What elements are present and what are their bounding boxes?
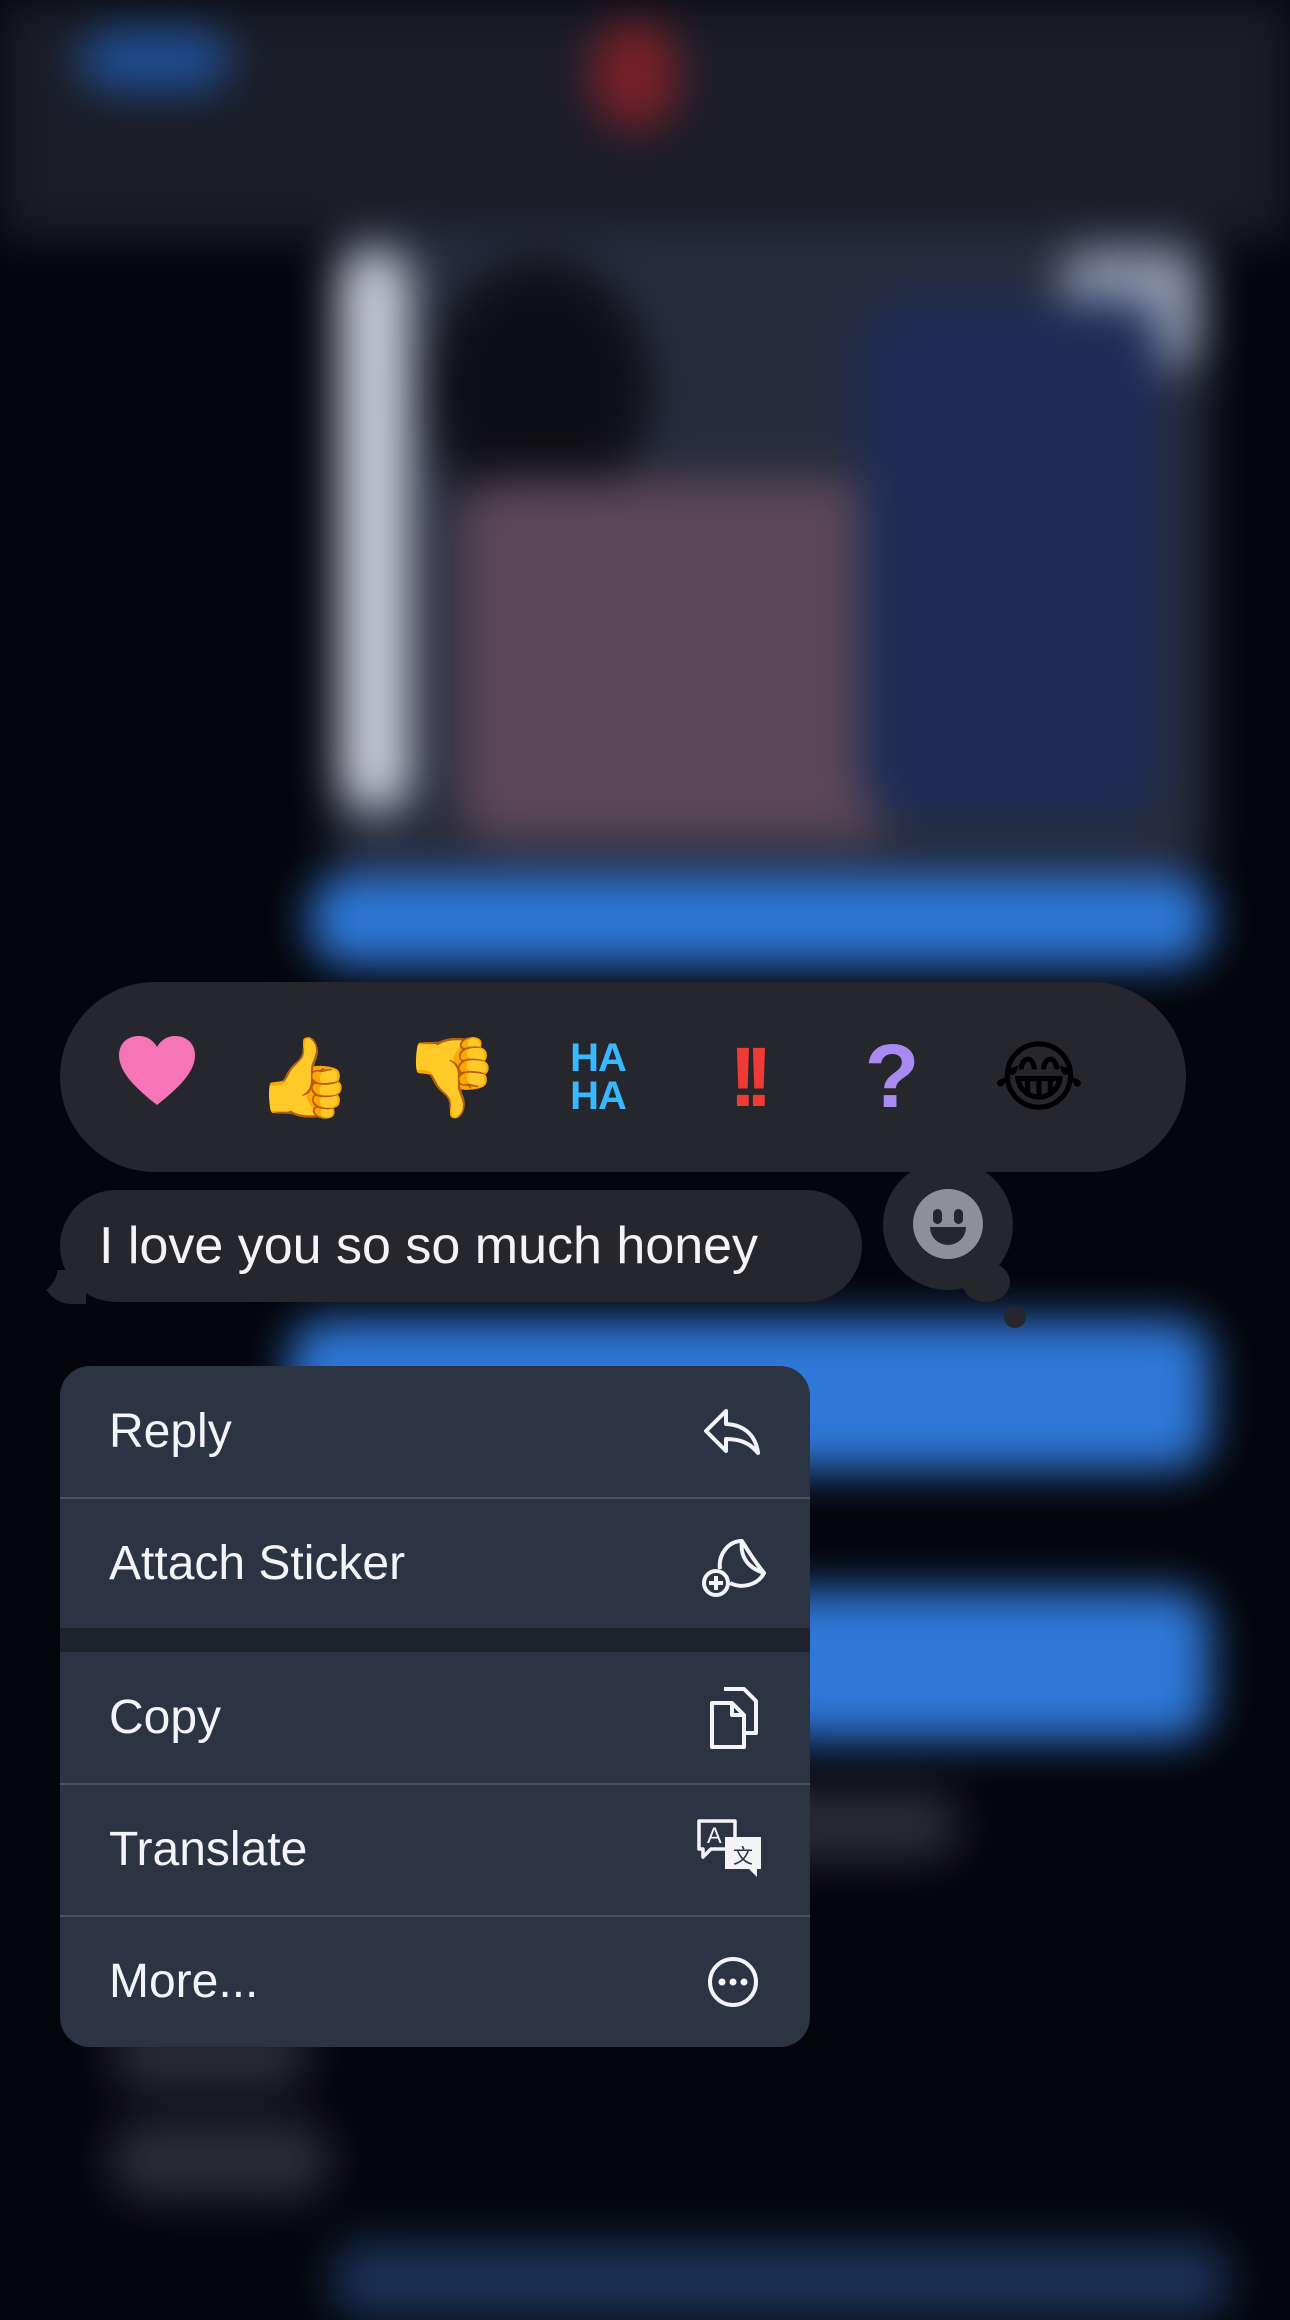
heart-reaction-button[interactable] (117, 1035, 197, 1119)
thumbs-down-icon: 👎 (402, 1033, 500, 1121)
double-exclamation-icon: !! (729, 1030, 773, 1124)
copy-label: Copy (109, 1691, 222, 1744)
translate-label: Translate (109, 1823, 308, 1876)
tears-of-joy-reaction-button[interactable]: 😂 (993, 1038, 1084, 1116)
tapback-reaction-bar: 👍 👎 HA HA !! ? 😂 (60, 982, 1186, 1172)
blurred-received-bubble (110, 2120, 330, 2200)
reply-label: Reply (109, 1405, 232, 1458)
sticker-plus-icon (702, 1539, 766, 1597)
ellipsis-circle-icon (708, 1957, 758, 2007)
blurred-sent-bubble (310, 875, 1210, 965)
emoji-picker-tail (962, 1262, 1010, 1302)
copy-menu-item[interactable]: Copy (60, 1652, 810, 1783)
message-text: I love you so so much honey (99, 1217, 759, 1275)
blurred-contact-avatar (590, 20, 680, 130)
exclamation-reaction-button[interactable]: !! (729, 1035, 773, 1119)
copy-documents-icon (710, 1687, 758, 1749)
translate-other-letter: 文 (733, 1844, 753, 1868)
blurred-back-button (80, 30, 230, 90)
emoji-picker-tail-dot (1004, 1306, 1026, 1328)
haha-label-line1: HA (570, 1036, 627, 1080)
question-reaction-button[interactable]: ? (865, 1032, 920, 1122)
blurred-photo-detail (460, 480, 900, 840)
blurred-sent-bubble (760, 1590, 1210, 1740)
translate-latin-letter: A (707, 1823, 722, 1848)
haha-reaction-button[interactable]: HA HA (570, 1036, 627, 1118)
heart-icon (119, 1036, 195, 1105)
more-menu-item[interactable]: More... (60, 1916, 810, 2047)
thumbs-up-reaction-button[interactable]: 👍 (255, 1038, 352, 1116)
translate-bubbles-icon: A 文 (697, 1819, 761, 1877)
message-context-menu: Reply Attach Sticker Copy Translate A 文 (60, 1366, 810, 2047)
menu-section-separator (60, 1628, 810, 1652)
reply-menu-item[interactable]: Reply (60, 1366, 810, 1497)
blurred-photo-detail (340, 250, 410, 810)
translate-menu-item[interactable]: Translate A 文 (60, 1784, 810, 1915)
attach-sticker-label: Attach Sticker (109, 1537, 406, 1590)
smiley-eye (954, 1209, 963, 1224)
blurred-photo-detail (860, 300, 1160, 820)
more-label: More... (109, 1955, 259, 2008)
tears-of-joy-icon: 😂 (993, 1033, 1085, 1121)
smiley-mouth (930, 1227, 966, 1245)
reply-arrow-icon (704, 1409, 760, 1455)
smiley-face-icon[interactable] (913, 1189, 983, 1259)
thumbs-up-icon: 👍 (255, 1033, 353, 1121)
question-mark-icon: ? (864, 1027, 920, 1127)
blurred-sent-bubble (330, 2240, 1230, 2320)
thumbs-down-reaction-button[interactable]: 👎 (402, 1038, 499, 1116)
haha-label-line2: HA (570, 1074, 627, 1118)
attach-sticker-menu-item[interactable]: Attach Sticker (60, 1498, 810, 1629)
smiley-eye (933, 1209, 942, 1224)
